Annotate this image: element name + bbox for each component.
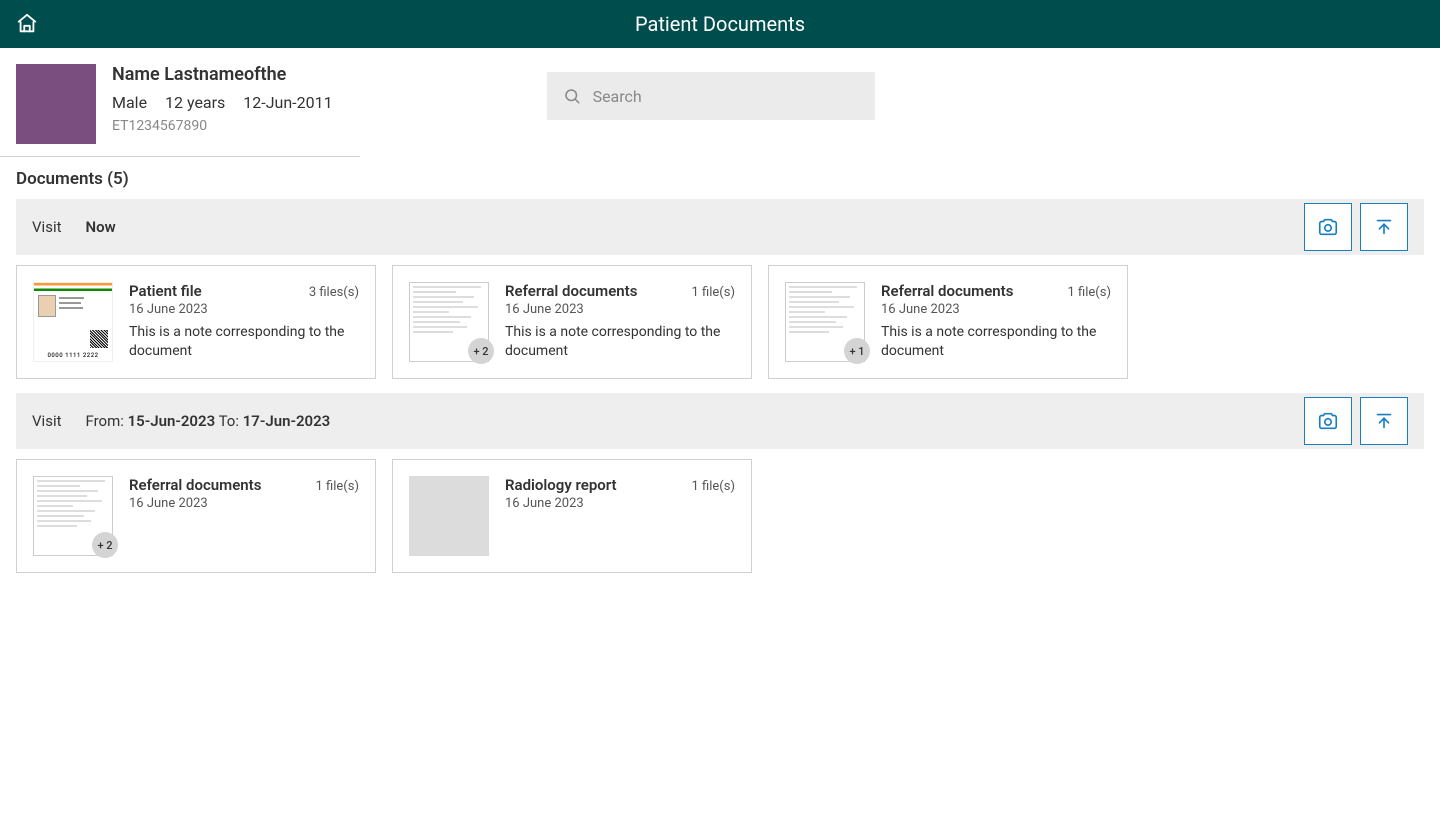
patient-row: Name Lastnameofthe Male 12 years 12-Jun-… [0, 48, 1440, 156]
card-date: 16 June 2023 [129, 496, 359, 511]
upload-button[interactable] [1360, 203, 1408, 251]
home-icon [16, 13, 38, 35]
upload-button[interactable] [1360, 397, 1408, 445]
camera-icon [1317, 410, 1339, 432]
patient-dob: 12-Jun-2011 [243, 93, 332, 112]
card-title: Referral documents [505, 282, 637, 300]
camera-icon [1317, 216, 1339, 238]
extra-count-badge: + 2 [468, 338, 494, 364]
visit-label: Visit [32, 218, 62, 236]
card-title: Radiology report [505, 476, 617, 494]
card-note: This is a note corresponding to the docu… [505, 323, 735, 361]
visit-value: Now [86, 218, 116, 236]
visit-bar: Visit Now [16, 199, 1424, 255]
patient-meta: Male 12 years 12-Jun-2011 [112, 93, 347, 112]
document-card[interactable]: + 2 Referral documents 1 file(s) 16 June… [16, 459, 376, 573]
card-date: 16 June 2023 [505, 302, 735, 317]
documents-heading: Documents (5) [0, 157, 1440, 199]
document-card[interactable]: + 2 Referral documents 1 file(s) 16 June… [392, 265, 752, 379]
upload-icon [1373, 410, 1395, 432]
card-note: This is a note corresponding to the docu… [129, 323, 359, 361]
qr-icon [90, 330, 108, 348]
upload-icon [1373, 216, 1395, 238]
thumbnail-doc: + 1 [785, 282, 865, 362]
document-card[interactable]: + 1 Referral documents 1 file(s) 16 June… [768, 265, 1128, 379]
search-wrap [547, 72, 875, 120]
card-title: Patient file [129, 282, 202, 300]
document-card[interactable]: 0000 1111 2222 Patient file 3 files(s) 1… [16, 265, 376, 379]
extra-count-badge: + 1 [844, 338, 870, 364]
from-label: From: [86, 412, 128, 430]
thumbnail-doc: + 2 [409, 282, 489, 362]
page-title: Patient Documents [0, 12, 1440, 36]
visit-label: Visit [32, 412, 62, 430]
to-label: To: [215, 412, 243, 430]
from-value: 15-Jun-2023 [128, 412, 216, 430]
document-card[interactable]: Radiology report 1 file(s) 16 June 2023 [392, 459, 752, 573]
id-number: 0000 1111 2222 [34, 352, 112, 361]
visit-actions [1304, 397, 1408, 445]
thumbnail-doc: + 2 [33, 476, 113, 556]
card-files: 1 file(s) [692, 285, 735, 300]
camera-button[interactable] [1304, 203, 1352, 251]
patient-name: Name Lastnameofthe [112, 64, 347, 85]
patient-id: ET1234567890 [112, 118, 347, 134]
card-title: Referral documents [129, 476, 261, 494]
search-container [547, 72, 875, 120]
thumbnail-idcard: 0000 1111 2222 [33, 282, 113, 362]
patient-info: Name Lastnameofthe Male 12 years 12-Jun-… [112, 64, 347, 134]
card-title: Referral documents [881, 282, 1013, 300]
thumbnail-blank [409, 476, 489, 556]
search-input[interactable] [593, 87, 859, 106]
card-row: + 2 Referral documents 1 file(s) 16 June… [0, 449, 1440, 587]
card-files: 3 files(s) [309, 285, 359, 300]
home-button[interactable] [16, 13, 38, 35]
card-date: 16 June 2023 [129, 302, 359, 317]
patient-age: 12 years [165, 93, 225, 112]
card-note: This is a note corresponding to the docu… [881, 323, 1111, 361]
camera-button[interactable] [1304, 397, 1352, 445]
card-date: 16 June 2023 [505, 496, 735, 511]
avatar [16, 64, 96, 144]
card-date: 16 June 2023 [881, 302, 1111, 317]
card-files: 1 file(s) [692, 479, 735, 494]
card-files: 1 file(s) [316, 479, 359, 494]
visit-bar: Visit From: 15-Jun-2023 To: 17-Jun-2023 [16, 393, 1424, 449]
visit-actions [1304, 203, 1408, 251]
header: Patient Documents [0, 0, 1440, 48]
to-value: 17-Jun-2023 [243, 412, 331, 430]
search-icon [563, 87, 581, 105]
visit-range: From: 15-Jun-2023 To: 17-Jun-2023 [86, 412, 331, 430]
flag-stripe-icon [34, 283, 112, 291]
patient-sex: Male [112, 93, 147, 112]
photo-icon [38, 295, 56, 317]
card-files: 1 file(s) [1068, 285, 1111, 300]
card-row: 0000 1111 2222 Patient file 3 files(s) 1… [0, 255, 1440, 393]
extra-count-badge: + 2 [92, 532, 118, 558]
